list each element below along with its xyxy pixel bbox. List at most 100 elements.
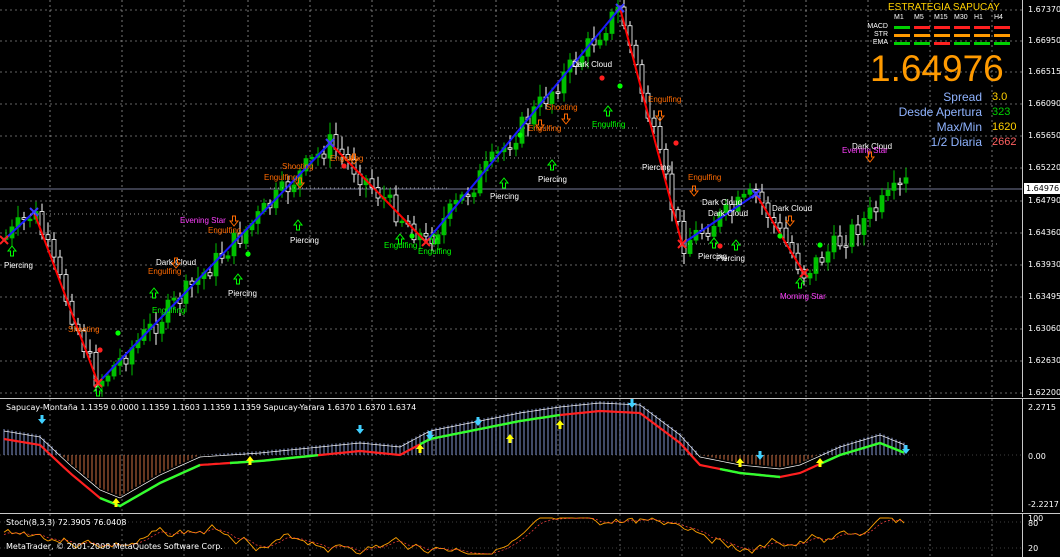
candle-body bbox=[597, 39, 603, 46]
signal-cell bbox=[954, 34, 970, 37]
pattern-label: Engulfing bbox=[688, 173, 721, 182]
current-price-tag: 1.64976 bbox=[1024, 183, 1060, 194]
pattern-label: Engulfing bbox=[592, 120, 625, 129]
metatrader-window: Piercing Shooting Engulfing Dark Cloud Engul… bbox=[0, 0, 1060, 557]
timeframe-label: M5 bbox=[914, 14, 924, 21]
zigzag-line bbox=[425, 7, 621, 243]
arrow-up-icon bbox=[92, 385, 104, 397]
candle-body bbox=[711, 225, 717, 237]
signal-dot bbox=[245, 251, 251, 257]
pivot-marker bbox=[0, 235, 9, 245]
pattern-label: Piercing bbox=[290, 236, 319, 245]
arrow-up-icon bbox=[246, 456, 254, 465]
candle-body bbox=[855, 224, 861, 235]
signal-cell bbox=[954, 26, 970, 29]
pattern-label: Piercing bbox=[716, 254, 745, 263]
pattern-label: Shooting bbox=[68, 325, 100, 334]
stat-value: 3.0 bbox=[992, 91, 1008, 103]
arrow-up-icon bbox=[292, 219, 304, 231]
arrow-up-icon bbox=[736, 458, 744, 467]
signal-dot bbox=[517, 132, 523, 138]
candle-body bbox=[423, 232, 429, 237]
signal-cell bbox=[894, 42, 910, 45]
price-axis[interactable]: 1.67370 1.66950 1.66515 1.66090 1.65650 1.652… bbox=[1022, 0, 1060, 397]
zigzag-line bbox=[619, 7, 683, 245]
candle-body bbox=[807, 272, 813, 279]
pattern-label: Dark Cloud bbox=[156, 258, 196, 267]
price-tick: 1.66090 bbox=[1028, 99, 1060, 108]
arrow-down-icon bbox=[38, 415, 46, 424]
arrow-up-icon bbox=[6, 245, 18, 257]
arrow-up-icon bbox=[794, 277, 806, 289]
arrow-up-icon bbox=[556, 420, 564, 429]
price-tick: 1.65650 bbox=[1028, 131, 1060, 140]
pattern-label: Piercing bbox=[538, 175, 567, 184]
indicator-tick: 0.00 bbox=[1028, 452, 1046, 461]
pattern-label: Engulfing bbox=[648, 95, 681, 104]
candle-body bbox=[657, 126, 663, 150]
candle-body bbox=[57, 256, 63, 276]
signal-dot bbox=[777, 233, 783, 239]
pattern-label: Piercing bbox=[228, 289, 257, 298]
signal-cell bbox=[894, 26, 910, 29]
signal-cell bbox=[894, 34, 910, 37]
indicator-tick: -2.2217 bbox=[1028, 500, 1059, 509]
estrategia-panel: ESTRATEGIA SAPUCAY M1 M5 M15 M30 H1 H4 MACD ST… bbox=[858, 2, 1018, 152]
arrow-up-icon bbox=[232, 273, 244, 285]
candle-body bbox=[885, 189, 891, 196]
indicator-2-axis[interactable]: 100 80 20 bbox=[1022, 514, 1060, 557]
candle-body bbox=[879, 195, 885, 213]
arrow-down-icon bbox=[560, 113, 572, 125]
pattern-label: Engulfing bbox=[528, 124, 561, 133]
timeframe-label: M15 bbox=[934, 14, 948, 21]
arrow-up-icon bbox=[506, 434, 514, 443]
pattern-label: Piercing bbox=[4, 261, 33, 270]
candle-body bbox=[291, 184, 297, 193]
signal-cell bbox=[974, 34, 990, 37]
candle-body bbox=[873, 207, 879, 213]
candle-body bbox=[279, 181, 285, 191]
stat-value: 323 bbox=[992, 106, 1011, 118]
pattern-label: Morning Star bbox=[780, 292, 826, 301]
candle-body bbox=[471, 192, 477, 198]
bid-price: 1.64976 bbox=[870, 48, 1004, 89]
sapucay-indicator-chart bbox=[0, 399, 1022, 512]
timeframe-label: M1 bbox=[894, 14, 904, 21]
indicator-1-pane[interactable]: Sapucay-Montaña 1.1359 0.0000 1.1359 1.1… bbox=[0, 399, 1022, 512]
candle-body bbox=[867, 207, 873, 219]
candle-body bbox=[123, 357, 129, 365]
candle-body bbox=[387, 194, 393, 198]
arrow-down-icon bbox=[688, 185, 700, 197]
candle-body bbox=[603, 33, 609, 41]
indicator-2-label: Stoch(8,3,3) 72.3905 76.0408 bbox=[6, 518, 127, 527]
pattern-label: Shooting bbox=[546, 103, 578, 112]
arrow-up-icon bbox=[708, 237, 720, 249]
arrow-down-icon bbox=[784, 215, 796, 227]
signal-cell bbox=[974, 26, 990, 29]
signal-row-label: STR bbox=[874, 31, 888, 38]
timeframe-label: M30 bbox=[954, 14, 968, 21]
candle-body bbox=[513, 142, 519, 150]
candle-body bbox=[105, 375, 111, 382]
indicator-1-axis[interactable]: 2.2715 0.00 -2.2217 bbox=[1022, 399, 1060, 512]
pattern-label: Engulfing bbox=[152, 306, 185, 315]
pattern-label: Engulfing bbox=[418, 247, 451, 256]
candle-body bbox=[705, 232, 711, 237]
candle-body bbox=[897, 182, 903, 186]
candle-body bbox=[213, 252, 219, 277]
stat-label: Max/Min bbox=[936, 120, 982, 134]
zigzag-line bbox=[33, 211, 99, 384]
price-tick: 1.64360 bbox=[1028, 228, 1060, 237]
signal-cell bbox=[934, 42, 950, 45]
arrow-down-icon bbox=[628, 399, 636, 408]
signal-cell bbox=[914, 26, 930, 29]
candle-body bbox=[819, 257, 825, 263]
price-tick: 1.62630 bbox=[1028, 356, 1060, 365]
arrow-down-icon bbox=[228, 215, 240, 227]
signal-cell bbox=[994, 42, 1010, 45]
candle-body bbox=[309, 156, 315, 160]
pattern-label: Engulfing bbox=[264, 173, 297, 182]
bull-segment bbox=[229, 454, 319, 465]
candle-body bbox=[891, 182, 897, 191]
macd-line bbox=[3, 402, 905, 499]
